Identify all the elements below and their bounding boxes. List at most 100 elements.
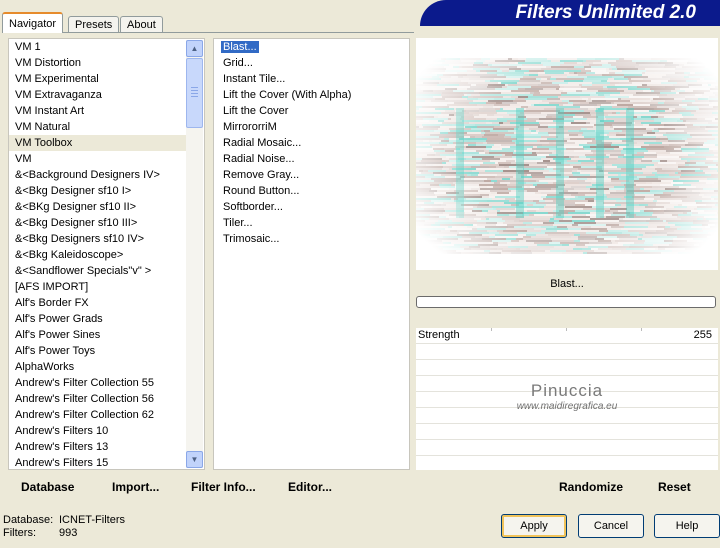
category-item[interactable]: &<Sandflower Specials"v" > xyxy=(9,263,186,279)
category-item[interactable]: VM Toolbox xyxy=(9,135,186,151)
category-item[interactable]: VM Instant Art xyxy=(9,103,186,119)
category-item[interactable]: Andrew's Filter Collection 62 xyxy=(9,407,186,423)
status-info: Database: ICNET-Filters Filters: 993 xyxy=(3,514,183,540)
filter-item[interactable]: Radial Noise... xyxy=(214,151,391,167)
category-item[interactable]: &<Bkg Designers sf10 IV> xyxy=(9,231,186,247)
reset-button[interactable]: Reset xyxy=(658,480,691,494)
filters-count: 993 xyxy=(59,527,78,539)
slider-tick xyxy=(566,328,567,331)
filter-item[interactable]: Softborder... xyxy=(214,199,391,215)
param-row-empty xyxy=(416,408,718,424)
grip-line xyxy=(191,87,198,88)
editor-button[interactable]: Editor... xyxy=(288,480,332,494)
slider-tick xyxy=(491,328,492,331)
filter-item-label: Radial Noise... xyxy=(223,153,295,165)
category-item[interactable]: Andrew's Filters 10 xyxy=(9,423,186,439)
category-item[interactable]: [AFS IMPORT] xyxy=(9,279,186,295)
filter-item-label: Tiler... xyxy=(223,217,253,229)
filter-list[interactable]: Blast... Grid... Instant Tile... Lift the C… xyxy=(213,38,410,470)
category-item[interactable]: VM Natural xyxy=(9,119,186,135)
database-button[interactable]: Database xyxy=(21,480,74,494)
tab-navigator[interactable]: Navigator xyxy=(2,12,64,33)
category-item[interactable]: &<Background Designers IV> xyxy=(9,167,186,183)
navigator-button-bar: Database Import... Filter Info... Editor… xyxy=(8,472,412,500)
category-item[interactable]: &<Bkg Designer sf10 III> xyxy=(9,215,186,231)
category-item[interactable]: Alf's Power Sines xyxy=(9,327,186,343)
category-item[interactable]: Alf's Power Grads xyxy=(9,311,186,327)
filter-item[interactable]: Grid... xyxy=(214,55,391,71)
filter-item[interactable]: Lift the Cover xyxy=(214,103,391,119)
filter-item[interactable]: Lift the Cover (With Alpha) xyxy=(214,87,391,103)
filter-item-label: Remove Gray... xyxy=(223,169,300,181)
preview-image xyxy=(416,38,718,270)
preview-filter-name: Blast... xyxy=(416,272,718,296)
filter-item[interactable]: Blast... xyxy=(214,39,391,55)
filter-item-label: Blast... xyxy=(221,41,259,53)
category-items: VM 1 VM Distortion VM Experimental VM Extra… xyxy=(9,39,186,469)
category-item[interactable]: VM Distortion xyxy=(9,55,186,71)
category-item[interactable]: &<BKg Designer sf10 II> xyxy=(9,199,186,215)
filter-item[interactable]: MirrororriM xyxy=(214,119,391,135)
filter-item-label: Lift the Cover xyxy=(223,105,289,117)
filter-item-label: MirrororriM xyxy=(223,121,277,133)
cancel-button[interactable]: Cancel xyxy=(578,514,644,538)
category-item[interactable]: Alf's Power Toys xyxy=(9,343,186,359)
slider-tick xyxy=(641,328,642,331)
category-item[interactable]: &<Bkg Designer sf10 I> xyxy=(9,183,186,199)
scroll-thumb[interactable] xyxy=(186,58,203,128)
import-button[interactable]: Import... xyxy=(112,480,159,494)
filter-item[interactable]: Remove Gray... xyxy=(214,167,391,183)
filter-item-label: Softborder... xyxy=(223,201,283,213)
tab-presets[interactable]: Presets xyxy=(68,16,120,33)
param-label: Strength xyxy=(418,329,460,341)
apply-button[interactable]: Apply xyxy=(501,514,567,538)
filter-item-label: Instant Tile... xyxy=(223,73,286,85)
category-item[interactable]: Andrew's Filters 13 xyxy=(9,439,186,455)
category-item[interactable]: Andrew's Filters 15 xyxy=(9,455,186,469)
progress-bar xyxy=(416,296,716,308)
param-row-empty xyxy=(416,424,718,440)
tab-about[interactable]: About xyxy=(120,16,163,33)
category-item[interactable]: Alf's Border FX xyxy=(9,295,186,311)
category-item[interactable]: VM Experimental xyxy=(9,71,186,87)
category-item[interactable]: Andrew's Filter Collection 56 xyxy=(9,391,186,407)
randomize-button[interactable]: Randomize xyxy=(559,480,623,494)
param-row-empty xyxy=(416,440,718,456)
param-row-empty xyxy=(416,360,718,376)
filter-item-label: Radial Mosaic... xyxy=(223,137,302,149)
filter-item-label: Lift the Cover (With Alpha) xyxy=(223,89,352,101)
category-item[interactable]: VM Extravaganza xyxy=(9,87,186,103)
param-value: 255 xyxy=(693,329,712,341)
scroll-down-icon[interactable]: ▼ xyxy=(186,451,203,468)
grip-line xyxy=(191,96,198,97)
category-item[interactable]: AlphaWorks xyxy=(9,359,186,375)
scroll-up-icon[interactable]: ▲ xyxy=(186,40,203,57)
filter-item[interactable]: Instant Tile... xyxy=(214,71,391,87)
filter-info-button[interactable]: Filter Info... xyxy=(191,480,256,494)
category-item[interactable]: Andrew's Filter Collection 55 xyxy=(9,375,186,391)
tab-divider xyxy=(2,32,414,33)
filter-item[interactable]: Radial Mosaic... xyxy=(214,135,391,151)
category-item[interactable]: &<Bkg Kaleidoscope> xyxy=(9,247,186,263)
category-list[interactable]: VM 1 VM Distortion VM Experimental VM Extra… xyxy=(8,38,205,470)
filter-item[interactable]: Trimosaic... xyxy=(214,231,391,247)
database-value: ICNET-Filters xyxy=(59,514,125,526)
category-scrollbar[interactable]: ▲ ▼ xyxy=(186,40,203,468)
filter-items: Blast... Grid... Instant Tile... Lift the C… xyxy=(214,39,391,247)
filters-label: Filters: xyxy=(3,527,36,539)
grip-line xyxy=(191,90,198,91)
param-row-strength[interactable]: Strength 255 xyxy=(416,328,718,344)
app-title-banner: Filters Unlimited 2.0 xyxy=(420,0,720,26)
filter-item-label: Grid... xyxy=(223,57,253,69)
filter-item[interactable]: Tiler... xyxy=(214,215,391,231)
category-item[interactable]: VM 1 xyxy=(9,39,186,55)
help-button[interactable]: Help xyxy=(654,514,720,538)
grip-line xyxy=(191,93,198,94)
database-label: Database: xyxy=(3,514,54,526)
filter-item[interactable]: Round Button... xyxy=(214,183,391,199)
param-row-empty xyxy=(416,376,718,392)
preview-button-bar: Randomize Reset xyxy=(416,472,718,500)
category-item[interactable]: VM xyxy=(9,151,186,167)
param-row-empty xyxy=(416,344,718,360)
tab-strip: Navigator Presets About xyxy=(2,12,414,33)
